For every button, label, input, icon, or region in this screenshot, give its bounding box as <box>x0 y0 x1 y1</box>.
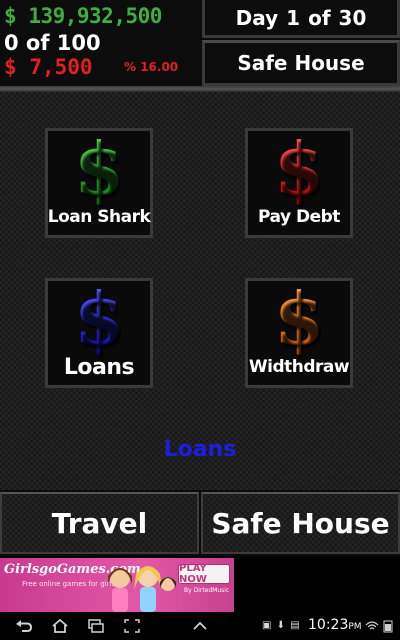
gallery-icon: ▣ <box>262 620 273 631</box>
pay-debt-label: Pay Debt <box>258 207 340 227</box>
clock-ampm: PM <box>348 622 362 632</box>
safe-house-button[interactable]: Safe House <box>201 492 400 554</box>
cartoon-girls-image <box>108 566 176 612</box>
menu-up-icon[interactable] <box>190 618 210 634</box>
travel-button[interactable]: Travel <box>0 492 199 554</box>
main-panel: $ Loan Shark $ Pay Debt $ Loans $ Widthd… <box>0 92 400 490</box>
day-current: 1 <box>286 5 301 30</box>
ad-banner[interactable]: GirlsgoGames.com Free online games for g… <box>0 558 234 612</box>
day-counter: Day 1 of 30 <box>202 0 400 38</box>
day-total: 30 <box>338 5 367 30</box>
loan-shark-button[interactable]: $ Loan Shark <box>45 128 153 238</box>
back-icon[interactable] <box>14 618 34 634</box>
location-label: Safe House <box>202 40 400 86</box>
home-icon[interactable] <box>50 618 70 634</box>
withdraw-button[interactable]: $ Widthdraw <box>245 278 353 388</box>
debt-readout: $ 7,500 <box>4 55 93 79</box>
stats-panel: $ 139,932,500 0 of 100 $ 7,500 % 16.00 <box>0 0 198 86</box>
debt-amount: 7,500 <box>29 55 93 79</box>
cash-amount: 139,932,500 <box>28 4 162 28</box>
cash-readout: $ 139,932,500 <box>4 4 162 28</box>
day-of: of <box>308 5 331 30</box>
ad-strip: GirlsgoGames.com Free online games for g… <box>0 556 400 614</box>
orange-dollar-icon: $ <box>273 276 325 361</box>
red-dollar-icon: $ <box>273 126 325 211</box>
loans-button[interactable]: $ Loans <box>45 278 153 388</box>
system-nav-bar: ▣ ⬇ ▤ 10:23PM <box>0 614 400 640</box>
pay-debt-button[interactable]: $ Pay Debt <box>245 128 353 238</box>
wifi-battery-icon <box>365 620 393 633</box>
lock-icon: ▤ <box>290 620 301 631</box>
loan-shark-label: Loan Shark <box>47 207 151 227</box>
blue-dollar-icon: $ <box>73 276 125 361</box>
debt-symbol: $ <box>4 55 17 79</box>
notification-icons: ▣ ⬇ ▤ <box>262 620 301 631</box>
day-label: Day <box>235 5 279 30</box>
download-icon: ⬇ <box>276 620 287 631</box>
clock: 10:23PM <box>308 617 362 633</box>
play-now-button[interactable]: PLAY NOW <box>178 563 230 585</box>
loans-label: Loans <box>63 355 135 380</box>
cash-symbol: $ <box>4 4 17 28</box>
bottom-bar: Travel Safe House <box>0 490 400 556</box>
inventory-readout: 0 of 100 <box>4 31 101 55</box>
ad-cta-subtext: By DirtedMusic <box>184 587 230 594</box>
recent-apps-icon[interactable] <box>86 618 106 634</box>
section-label: Loans <box>163 437 237 462</box>
withdraw-label: Widthdraw <box>248 357 350 377</box>
interest-rate: % 16.00 <box>124 60 179 74</box>
status-header: $ 139,932,500 0 of 100 $ 7,500 % 16.00 D… <box>0 0 400 90</box>
screenshot-icon[interactable] <box>122 618 142 634</box>
green-dollar-icon: $ <box>73 126 125 211</box>
clock-time: 10:23 <box>308 617 349 633</box>
